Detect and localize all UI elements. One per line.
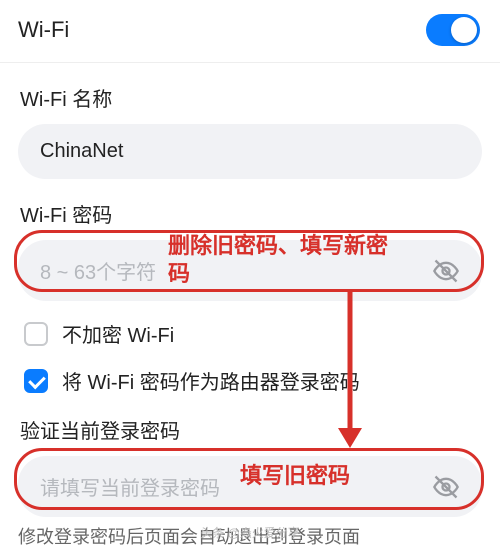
- wifi-name-input[interactable]: ChinaNet: [18, 124, 482, 179]
- verify-label: 验证当前登录密码: [20, 415, 482, 444]
- page-title: Wi-Fi: [18, 17, 69, 43]
- no-encrypt-label: 不加密 Wi-Fi: [62, 319, 174, 348]
- wifi-password-placeholder: 8 ~ 63个字符: [40, 256, 156, 285]
- wifi-name-label: Wi-Fi 名称: [20, 83, 482, 112]
- watermark: 头条 @焱火爱分享: [200, 524, 300, 541]
- eye-off-icon[interactable]: [432, 473, 460, 501]
- no-encrypt-row[interactable]: 不加密 Wi-Fi: [24, 319, 482, 348]
- use-as-login-row[interactable]: 将 Wi-Fi 密码作为路由器登录密码: [24, 366, 482, 395]
- verify-password-input[interactable]: 请填写当前登录密码: [18, 456, 482, 517]
- wifi-password-label: Wi-Fi 密码: [20, 199, 482, 228]
- wifi-password-input[interactable]: 8 ~ 63个字符: [18, 240, 482, 301]
- verify-placeholder: 请填写当前登录密码: [40, 472, 220, 501]
- use-as-login-label: 将 Wi-Fi 密码作为路由器登录密码: [62, 366, 360, 395]
- wifi-name-value: ChinaNet: [40, 140, 123, 163]
- no-encrypt-checkbox[interactable]: [24, 322, 48, 346]
- use-as-login-checkbox[interactable]: [24, 369, 48, 393]
- eye-off-icon[interactable]: [432, 257, 460, 285]
- wifi-toggle[interactable]: [426, 14, 480, 46]
